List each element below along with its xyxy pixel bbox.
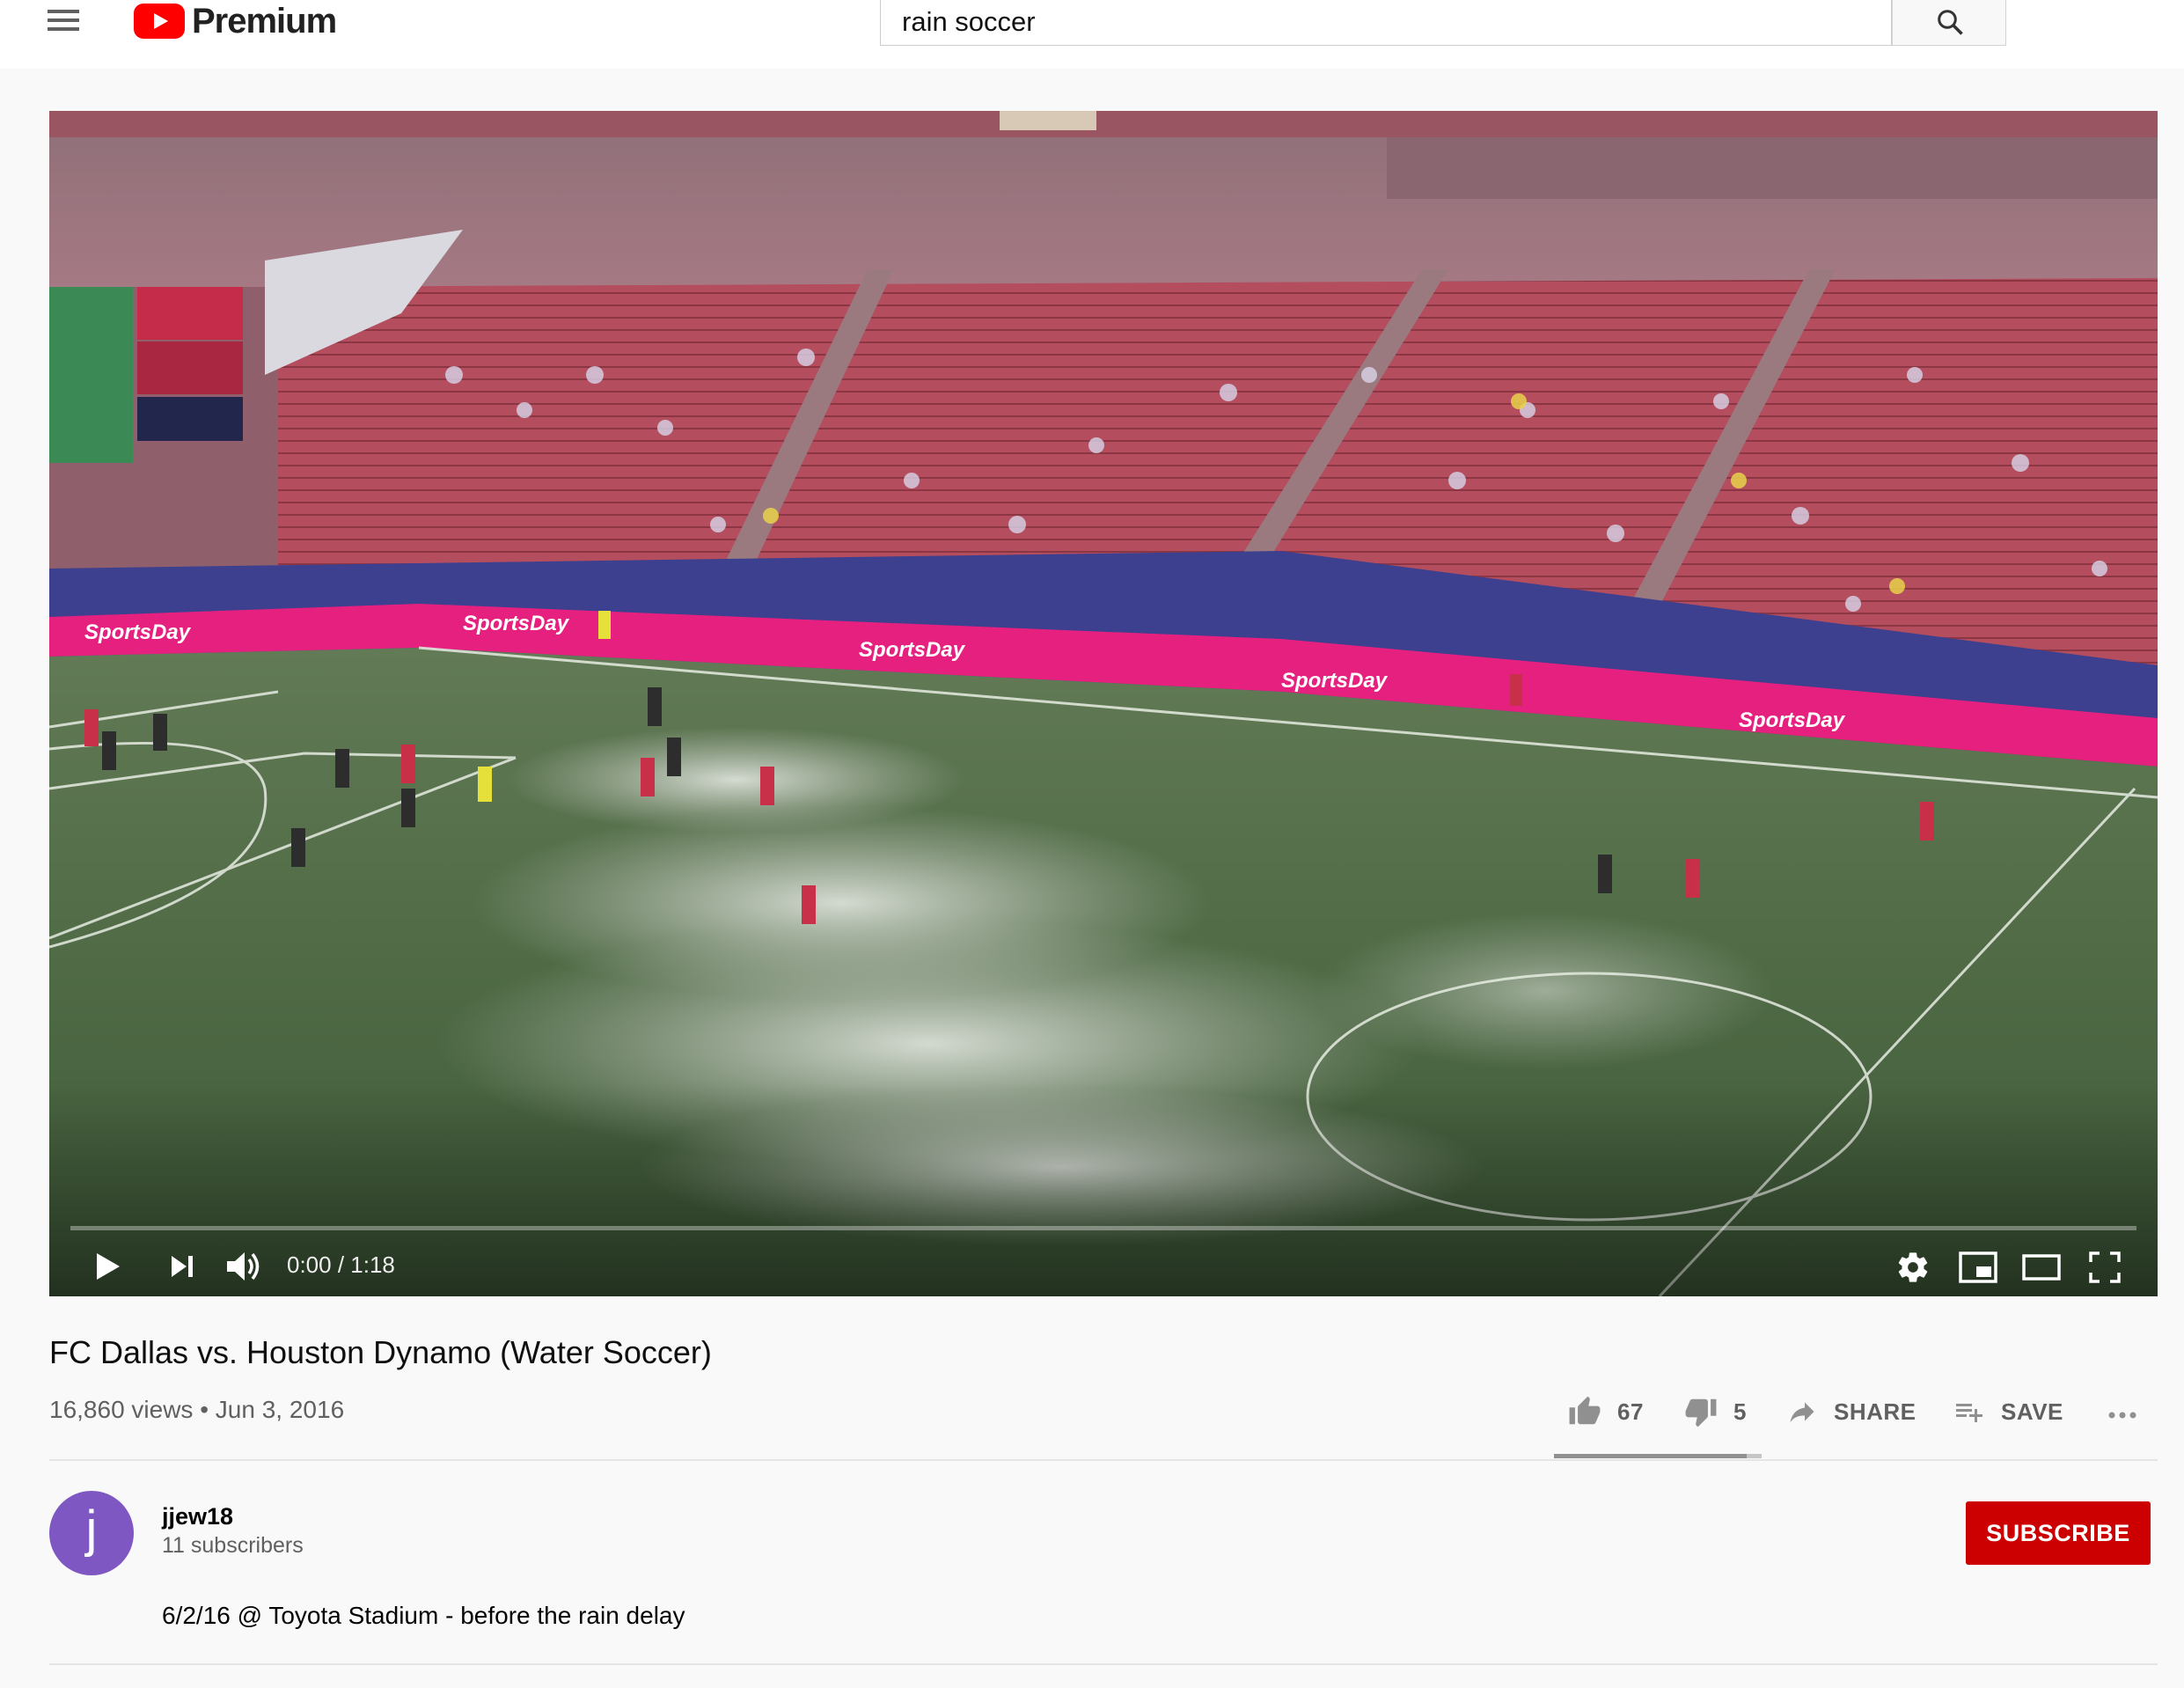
fullscreen-icon[interactable] [2089, 1251, 2121, 1283]
save-label: SAVE [2001, 1398, 2063, 1425]
dislike-count: 5 [1733, 1398, 1747, 1425]
hamburger-menu-icon[interactable] [44, 5, 83, 35]
add-to-playlist-icon [1956, 1404, 1982, 1422]
search-input[interactable] [881, 0, 1891, 45]
divider [49, 1459, 2158, 1461]
search-button[interactable] [1892, 0, 2006, 46]
channel-name[interactable]: jjew18 [162, 1503, 233, 1530]
video-meta: 16,860 views • Jun 3, 2016 [49, 1396, 345, 1423]
subscribe-button[interactable]: SUBSCRIBE [1966, 1501, 2151, 1565]
sentiment-bar [1554, 1454, 1762, 1458]
video-title: FC Dallas vs. Houston Dynamo (Water Socc… [49, 1334, 712, 1370]
volume-icon[interactable] [225, 1250, 264, 1283]
save-button[interactable]: SAVE [1953, 1394, 2063, 1429]
theater-mode-icon[interactable] [2022, 1253, 2061, 1281]
share-icon [1790, 1402, 1814, 1422]
video-player[interactable]: SportsDay SportsDay SportsDay SportsDay … [49, 111, 2158, 1296]
youtube-logo-icon [134, 4, 185, 39]
more-actions-icon[interactable] [2105, 1394, 2140, 1429]
next-icon[interactable] [169, 1253, 195, 1280]
like-count: 67 [1617, 1398, 1644, 1425]
youtube-premium-logo[interactable]: Premium [134, 0, 337, 42]
video-actions: 67 5 SHARE SAVE [1557, 1382, 2156, 1443]
progress-bar[interactable] [70, 1226, 2136, 1230]
video-description: 6/2/16 @ Toyota Stadium - before the rai… [162, 1602, 685, 1629]
player-controls: 0:00 / 1:18 [49, 1237, 2158, 1296]
thumbs-down-icon [1685, 1398, 1717, 1427]
share-label: SHARE [1834, 1398, 1916, 1425]
sentiment-bar-fill [1554, 1454, 1748, 1458]
logo-text: Premium [192, 1, 337, 40]
thumbs-up-icon [1569, 1396, 1601, 1425]
video-frame[interactable]: SportsDay SportsDay SportsDay SportsDay … [49, 111, 2158, 1296]
dislike-button[interactable]: 5 [1684, 1394, 1747, 1429]
divider [49, 1663, 2158, 1665]
miniplayer-icon[interactable] [1959, 1251, 1997, 1283]
like-button[interactable]: 67 [1568, 1394, 1644, 1429]
share-button[interactable]: SHARE [1786, 1394, 1916, 1429]
avatar[interactable]: j [49, 1491, 134, 1575]
play-icon[interactable] [93, 1251, 123, 1281]
settings-icon[interactable] [1895, 1250, 1931, 1285]
subscriber-count: 11 subscribers [162, 1533, 304, 1558]
search-icon [1938, 10, 1963, 35]
masthead: Premium [0, 0, 2184, 69]
time-display: 0:00 / 1:18 [287, 1251, 395, 1278]
search-box [880, 0, 1892, 46]
